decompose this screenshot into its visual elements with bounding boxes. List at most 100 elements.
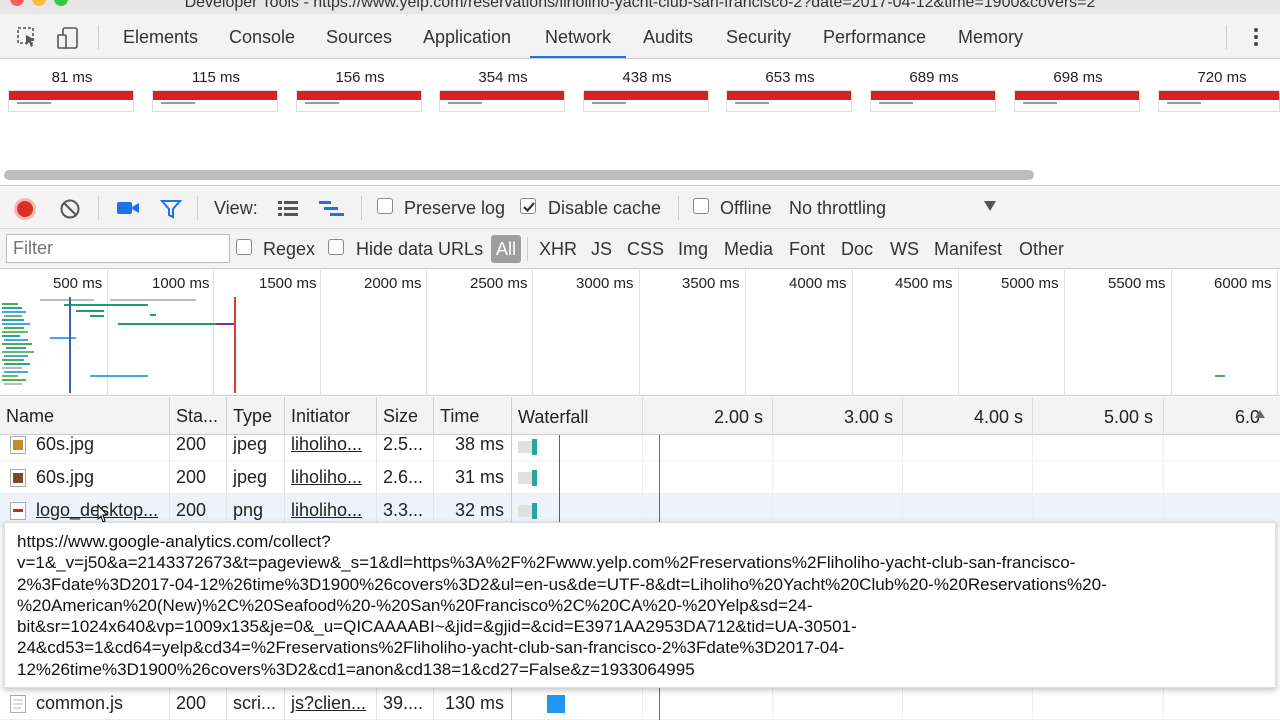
network-overview[interactable]: 500 ms 1000 ms 1500 ms 2000 ms 2500 ms 3… <box>0 269 1280 396</box>
filter-type-font[interactable]: Font <box>789 239 825 260</box>
filter-type-xhr[interactable]: XHR <box>539 239 577 260</box>
waterfall-download-bar <box>532 470 537 486</box>
chevron-down-icon[interactable] <box>983 200 997 212</box>
table-row[interactable]: 60s.jpg 200 jpeg liholiho... 2.6... 31 m… <box>0 461 1280 494</box>
overview-tick-label: 5500 ms <box>1108 275 1166 292</box>
filmstrip-frame[interactable]: 720 ms <box>1150 68 1280 112</box>
filmstrip-frame[interactable]: 115 ms <box>144 68 288 112</box>
script-file-icon <box>10 695 26 713</box>
filter-icon[interactable] <box>160 198 182 220</box>
inspect-element-icon[interactable] <box>16 26 38 48</box>
tab-memory[interactable]: Memory <box>958 14 1023 58</box>
offline-label: Offline <box>720 198 772 218</box>
column-status[interactable]: Sta... <box>170 397 227 435</box>
filmstrip-frame[interactable]: 354 ms <box>431 68 575 112</box>
filmstrip-frame[interactable]: 653 ms <box>718 68 862 112</box>
frame-time: 354 ms <box>478 69 528 86</box>
hide-data-urls-checkbox[interactable] <box>328 239 344 255</box>
tab-audits[interactable]: Audits <box>643 14 693 58</box>
filter-type-img[interactable]: Img <box>678 239 708 260</box>
filmstrip-frame[interactable]: 698 ms <box>1006 68 1150 112</box>
offline-checkbox[interactable] <box>693 198 709 214</box>
filmstrip-frame[interactable]: 438 ms <box>575 68 719 112</box>
filter-type-css[interactable]: CSS <box>627 239 664 260</box>
toolbar-divider <box>361 196 362 220</box>
row-status: 200 <box>176 693 207 713</box>
filter-type-all[interactable]: All <box>491 235 521 263</box>
show-overview-icon[interactable] <box>318 199 346 217</box>
frame-thumbnail <box>296 90 422 112</box>
requests-table-header: Name Sta... Type Initiator Size Time Wat… <box>0 397 1280 435</box>
row-name: common.js <box>36 693 124 713</box>
frame-thumbnail <box>152 90 278 112</box>
tab-security[interactable]: Security <box>726 14 791 58</box>
tooltip-line: https://www.google-analytics.com/collect… <box>17 532 331 551</box>
frame-time: 81 ms <box>51 69 93 86</box>
filmstrip-frame[interactable]: 156 ms <box>288 68 432 112</box>
column-type[interactable]: Type <box>227 397 285 435</box>
table-row[interactable]: 60s.jpg 200 jpeg liholiho... 2.5... 38 m… <box>0 435 1280 461</box>
column-waterfall[interactable]: Waterfall <box>518 407 588 428</box>
frame-time: 698 ms <box>1053 69 1103 86</box>
regex-checkbox[interactable] <box>236 239 252 255</box>
overview-tick-label: 4500 ms <box>895 275 953 292</box>
large-rows-icon[interactable] <box>277 199 299 217</box>
row-initiator-link[interactable]: js?clien... <box>285 687 377 720</box>
frame-thumbnail <box>870 90 996 112</box>
tab-network[interactable]: Network <box>530 14 627 58</box>
disable-cache-checkbox[interactable] <box>520 198 536 214</box>
filmstrip-frame[interactable]: 81 ms <box>0 68 144 112</box>
column-initiator[interactable]: Initiator <box>285 397 377 435</box>
tab-performance[interactable]: Performance <box>823 14 926 58</box>
row-initiator-link[interactable]: liholiho... <box>285 461 377 494</box>
column-size[interactable]: Size <box>377 397 434 435</box>
window-title-bar: Developer Tools - https://www.yelp.com/r… <box>0 0 1280 14</box>
overview-request-bars <box>2 297 1225 393</box>
record-button[interactable] <box>14 198 36 220</box>
capture-screenshots-icon[interactable] <box>116 200 140 216</box>
filter-type-media[interactable]: Media <box>724 239 773 260</box>
row-type: jpeg <box>233 467 268 487</box>
clear-icon[interactable] <box>59 198 81 220</box>
overview-tick-label: 4000 ms <box>789 275 847 292</box>
table-row[interactable]: common.js 200 scri... js?clien... 39....… <box>0 687 1280 720</box>
hide-data-urls-label: Hide data URLs <box>356 239 484 259</box>
request-url-tooltip: https://www.google-analytics.com/collect… <box>4 522 1276 688</box>
filmstrip-frame[interactable]: 689 ms <box>862 68 1006 112</box>
throttling-select[interactable]: No throttling <box>789 198 886 219</box>
preserve-log-label: Preserve log <box>404 198 506 218</box>
tab-application[interactable]: Application <box>423 14 511 58</box>
column-time[interactable]: Time <box>434 397 512 435</box>
waterfall-gridline <box>642 397 643 435</box>
toolbar-divider <box>98 196 99 220</box>
row-initiator-link[interactable]: liholiho... <box>285 435 377 461</box>
frame-thumbnail <box>8 90 134 112</box>
filter-type-other[interactable]: Other <box>1019 239 1064 260</box>
more-options-icon[interactable] <box>1252 26 1260 48</box>
toolbar-divider <box>678 196 679 220</box>
overview-tick-label: 2000 ms <box>364 275 422 292</box>
tab-sources[interactable]: Sources <box>326 14 392 58</box>
filter-input[interactable] <box>6 234 230 263</box>
row-time: 31 ms <box>454 467 504 487</box>
tooltip-line: %20American%20(New)%2C%20Seafood%20-%20S… <box>17 595 813 615</box>
waterfall-tick-label: 5.00 s <box>1104 407 1154 427</box>
filter-type-manifest[interactable]: Manifest <box>934 239 1002 260</box>
preserve-log-checkbox[interactable] <box>377 198 393 214</box>
screenshots-filmstrip: 81 ms 115 ms 156 ms 354 ms 438 ms 653 ms… <box>0 60 1280 186</box>
tab-elements[interactable]: Elements <box>123 14 198 58</box>
frame-thumbnail <box>1158 90 1280 112</box>
device-toolbar-icon[interactable] <box>56 26 80 50</box>
filter-type-ws[interactable]: WS <box>890 239 919 260</box>
network-toolbar: View: Preserve log Disable cache Offline… <box>0 187 1280 229</box>
waterfall-download-bar <box>532 439 537 455</box>
overview-tick-label: 5000 ms <box>1001 275 1059 292</box>
waterfall-gridline <box>902 397 903 435</box>
tab-console[interactable]: Console <box>229 14 295 58</box>
checkmark-icon <box>523 202 535 213</box>
filter-type-doc[interactable]: Doc <box>841 239 873 260</box>
column-name[interactable]: Name <box>0 397 170 435</box>
filmstrip-scrollbar[interactable] <box>4 170 1034 180</box>
filter-type-js[interactable]: JS <box>591 239 612 260</box>
waterfall-wait-bar <box>518 505 532 517</box>
